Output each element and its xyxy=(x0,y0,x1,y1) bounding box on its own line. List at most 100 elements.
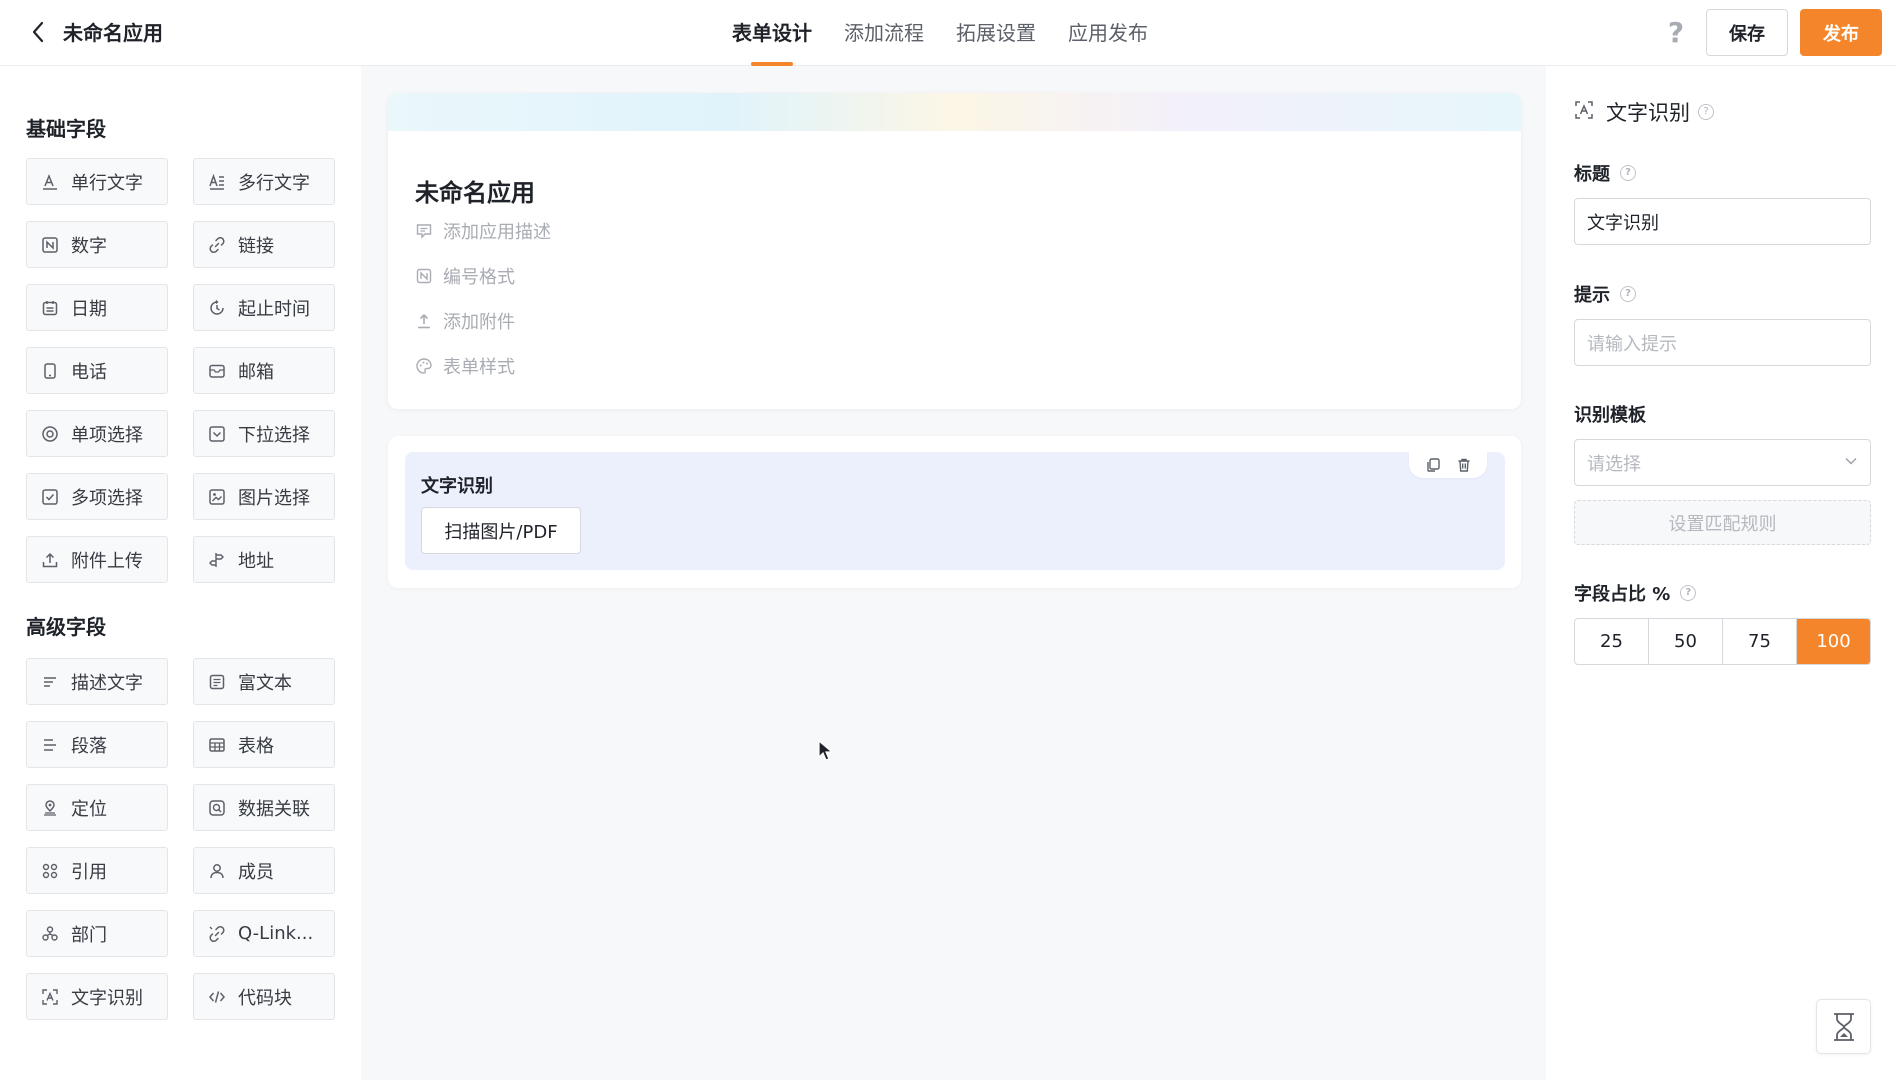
upload-icon xyxy=(415,312,433,330)
add-description-link[interactable]: 添加应用描述 xyxy=(415,218,551,244)
ocr-field-label: 文字识别 xyxy=(421,476,493,497)
field-multi-line-text[interactable]: 多行文字 xyxy=(193,158,335,205)
field-data-link[interactable]: 数据关联 xyxy=(193,784,335,831)
tab-extension-settings[interactable]: 拓展设置 xyxy=(956,0,1036,66)
description-icon xyxy=(41,673,59,691)
field-image-choice[interactable]: 图片选择 xyxy=(193,473,335,520)
number-format-icon xyxy=(415,267,433,285)
basic-fields-title: 基础字段 xyxy=(26,117,106,141)
ratio-option-75[interactable]: 75 xyxy=(1723,619,1797,664)
field-attachment-upload[interactable]: 附件上传 xyxy=(26,536,168,583)
publish-button[interactable]: 发布 xyxy=(1800,9,1882,56)
app-title: 未命名应用 xyxy=(63,21,163,45)
field-ratio-selector: 25 50 75 100 xyxy=(1574,618,1871,665)
tab-app-publish[interactable]: 应用发布 xyxy=(1068,0,1148,66)
ratio-option-100[interactable]: 100 xyxy=(1797,619,1870,664)
paragraph-icon xyxy=(41,736,59,754)
link-icon xyxy=(208,236,226,254)
ocr-field-selected[interactable]: 文字识别 扫描图片/PDF xyxy=(405,452,1505,570)
help-icon[interactable]: ? xyxy=(1664,18,1688,48)
properties-header: 文字识别 ? xyxy=(1574,97,1714,127)
code-icon xyxy=(208,988,226,1006)
number-format-link[interactable]: 编号格式 xyxy=(415,263,515,289)
field-department[interactable]: 部门 xyxy=(26,910,168,957)
advanced-fields-title: 高级字段 xyxy=(26,615,106,639)
field-dropdown[interactable]: 下拉选择 xyxy=(193,410,335,457)
header-banner xyxy=(388,93,1521,131)
field-link[interactable]: 链接 xyxy=(193,221,335,268)
ratio-option-25[interactable]: 25 xyxy=(1575,619,1649,664)
radio-icon xyxy=(41,425,59,443)
hint-label: 提示 ? xyxy=(1574,281,1636,307)
properties-title: 文字识别 xyxy=(1606,101,1690,125)
template-select[interactable]: 请选择 xyxy=(1574,439,1871,486)
scan-image-pdf-button[interactable]: 扫描图片/PDF xyxy=(421,507,581,554)
field-qlink[interactable]: Q-Link... xyxy=(193,910,335,957)
comment-icon xyxy=(415,222,433,240)
field-ocr[interactable]: 文字识别 xyxy=(26,973,168,1020)
field-reference[interactable]: 引用 xyxy=(26,847,168,894)
field-multi-choice[interactable]: 多项选择 xyxy=(26,473,168,520)
set-match-rule-button[interactable]: 设置匹配规则 xyxy=(1574,500,1871,545)
question-icon[interactable]: ? xyxy=(1620,286,1636,302)
question-icon[interactable]: ? xyxy=(1620,165,1636,181)
field-paragraph[interactable]: 段落 xyxy=(26,721,168,768)
main-tabs: 表单设计 添加流程 拓展设置 应用发布 xyxy=(732,0,1148,66)
phone-icon xyxy=(41,362,59,380)
image-icon xyxy=(208,488,226,506)
field-mail[interactable]: 邮箱 xyxy=(193,347,335,394)
data-link-icon xyxy=(208,799,226,817)
form-title[interactable]: 未命名应用 xyxy=(415,173,535,208)
question-icon[interactable]: ? xyxy=(1698,104,1714,120)
hourglass-icon[interactable] xyxy=(1816,999,1871,1054)
ratio-option-50[interactable]: 50 xyxy=(1649,619,1723,664)
field-address[interactable]: 地址 xyxy=(193,536,335,583)
title-input[interactable]: 文字识别 xyxy=(1574,198,1871,245)
form-style-link[interactable]: 表单样式 xyxy=(415,353,515,379)
back-arrow-icon[interactable] xyxy=(26,20,50,44)
delete-icon[interactable] xyxy=(1454,455,1474,475)
field-phone[interactable]: 电话 xyxy=(26,347,168,394)
hint-input[interactable]: 请输入提示 xyxy=(1574,319,1871,366)
multi-line-text-icon xyxy=(208,173,226,191)
field-description-text[interactable]: 描述文字 xyxy=(26,658,168,705)
form-header-card: 未命名应用 添加应用描述 编号格式 添加附件 表单样式 xyxy=(388,93,1521,409)
template-label: 识别模板 xyxy=(1574,405,1646,426)
form-canvas: 未命名应用 添加应用描述 编号格式 添加附件 表单样式 文字识别 扫描图片/PD… xyxy=(361,66,1546,1080)
properties-panel: 文字识别 ? 标题 ? 文字识别 提示 ? 请输入提示 识别模板 请选择 设置匹… xyxy=(1546,66,1896,1080)
question-icon[interactable]: ? xyxy=(1680,585,1697,601)
field-table[interactable]: 表格 xyxy=(193,721,335,768)
chevron-down-icon xyxy=(1844,452,1858,473)
mail-icon xyxy=(208,362,226,380)
number-icon xyxy=(41,236,59,254)
department-icon xyxy=(41,925,59,943)
rich-text-icon xyxy=(208,673,226,691)
save-button[interactable]: 保存 xyxy=(1706,9,1788,56)
qlink-icon xyxy=(208,925,226,943)
field-location[interactable]: 定位 xyxy=(26,784,168,831)
ocr-field-card: 文字识别 扫描图片/PDF xyxy=(388,436,1521,588)
copy-icon[interactable] xyxy=(1423,455,1443,475)
checkbox-icon xyxy=(41,488,59,506)
tab-form-design[interactable]: 表单设计 xyxy=(732,0,812,66)
address-icon xyxy=(208,551,226,569)
single-line-text-icon xyxy=(41,173,59,191)
title-label: 标题 ? xyxy=(1574,160,1636,186)
add-attachment-link[interactable]: 添加附件 xyxy=(415,308,515,334)
field-code-block[interactable]: 代码块 xyxy=(193,973,335,1020)
top-header: 未命名应用 表单设计 添加流程 拓展设置 应用发布 ? 保存 发布 xyxy=(0,0,1896,66)
tab-add-process[interactable]: 添加流程 xyxy=(844,0,924,66)
field-rich-text[interactable]: 富文本 xyxy=(193,658,335,705)
field-palette: 基础字段 单行文字 多行文字 数字 链接 日期 起止时间 电话 邮箱 单项选择 xyxy=(0,66,361,1080)
member-icon xyxy=(208,862,226,880)
ocr-icon xyxy=(1574,100,1594,124)
field-number[interactable]: 数字 xyxy=(26,221,168,268)
field-single-line-text[interactable]: 单行文字 xyxy=(26,158,168,205)
field-single-choice[interactable]: 单项选择 xyxy=(26,410,168,457)
field-date[interactable]: 日期 xyxy=(26,284,168,331)
palette-icon xyxy=(415,357,433,375)
field-time-range[interactable]: 起止时间 xyxy=(193,284,335,331)
ratio-label: 字段占比 % ? xyxy=(1574,580,1697,606)
field-member[interactable]: 成员 xyxy=(193,847,335,894)
location-icon xyxy=(41,799,59,817)
